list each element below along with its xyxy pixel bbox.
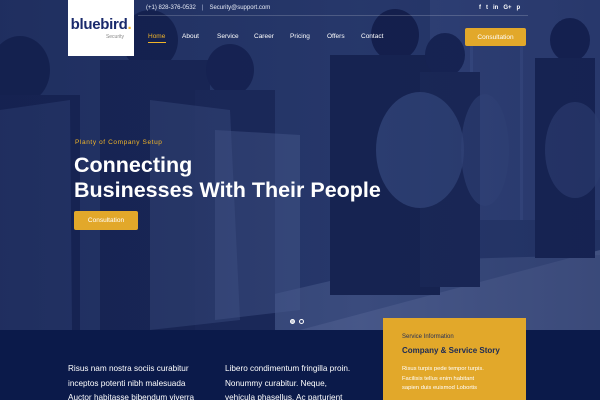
- logo-wordmark: bluebird.: [70, 16, 132, 33]
- logo-subtitle: Security: [105, 34, 124, 40]
- social-links: f t in G+ p: [479, 4, 520, 12]
- nav-pricing[interactable]: Pricing: [290, 33, 310, 40]
- text-line: Risus turpis pede tempor turpis.: [402, 366, 484, 372]
- slider-dot-2[interactable]: [299, 319, 304, 324]
- google-plus-icon[interactable]: G+: [503, 4, 511, 12]
- text-line: sapien duis euismod Lobortis: [402, 385, 478, 391]
- card-title: Company & Service Story: [402, 346, 500, 355]
- text-line: Nonummy curabitur. Neque,: [225, 378, 327, 388]
- phone-number[interactable]: (+1) 828-376-0532: [146, 5, 196, 11]
- service-info-card: Service Information Company & Service St…: [383, 318, 526, 400]
- header-divider: [138, 15, 528, 16]
- site-logo[interactable]: bluebird. Security: [68, 0, 134, 56]
- header-consultation-button[interactable]: Consultation: [465, 28, 526, 46]
- slider-dot-1[interactable]: [290, 319, 295, 324]
- hero-tagline: Planty of Company Setup: [75, 139, 163, 146]
- hero-headline-line1: Connecting: [74, 153, 193, 177]
- linkedin-icon[interactable]: in: [493, 4, 498, 12]
- hero-headline-line2: Businesses With Their People: [74, 178, 381, 202]
- text-line: Auctor habitasse bibendum viverra: [68, 393, 195, 400]
- text-line: Libero condimentum fringilla proin.: [225, 364, 351, 373]
- intro-paragraph-2: Libero condimentum fringilla proin. Nonu…: [225, 362, 350, 400]
- nav-about[interactable]: About: [182, 33, 199, 40]
- text-line: inceptos potenti nibh malesuada: [68, 378, 186, 388]
- nav-home[interactable]: Home: [148, 33, 165, 40]
- email-address[interactable]: Security@support.com: [209, 5, 270, 11]
- pinterest-icon[interactable]: p: [517, 4, 521, 12]
- text-line: vehicula phasellus. Ac parturient: [225, 393, 343, 400]
- slider-dots: [290, 319, 304, 324]
- hero-headline: Connecting Businesses With Their People: [74, 153, 381, 203]
- divider: |: [201, 5, 204, 11]
- nav-contact[interactable]: Contact: [361, 33, 383, 40]
- nav-offers[interactable]: Offers: [327, 33, 345, 40]
- text-line: Facilisis tellus enim habitant: [402, 375, 475, 382]
- text-line: Risus nam nostra sociis curabitur: [68, 364, 189, 373]
- nav-career[interactable]: Career: [254, 33, 274, 40]
- twitter-icon[interactable]: t: [486, 4, 488, 12]
- intro-paragraph-1: Risus nam nostra sociis curabitur incept…: [68, 362, 194, 400]
- nav-active-indicator: [148, 42, 166, 43]
- hero-consultation-button[interactable]: Consultation: [74, 211, 138, 230]
- top-contact-bar: (+1) 828-376-0532 | Security@support.com: [146, 5, 270, 11]
- facebook-icon[interactable]: f: [479, 4, 481, 12]
- card-label: Service Information: [402, 334, 454, 340]
- nav-service[interactable]: Service: [217, 33, 239, 40]
- card-body: Risus turpis pede tempor turpis. Facilis…: [402, 365, 526, 394]
